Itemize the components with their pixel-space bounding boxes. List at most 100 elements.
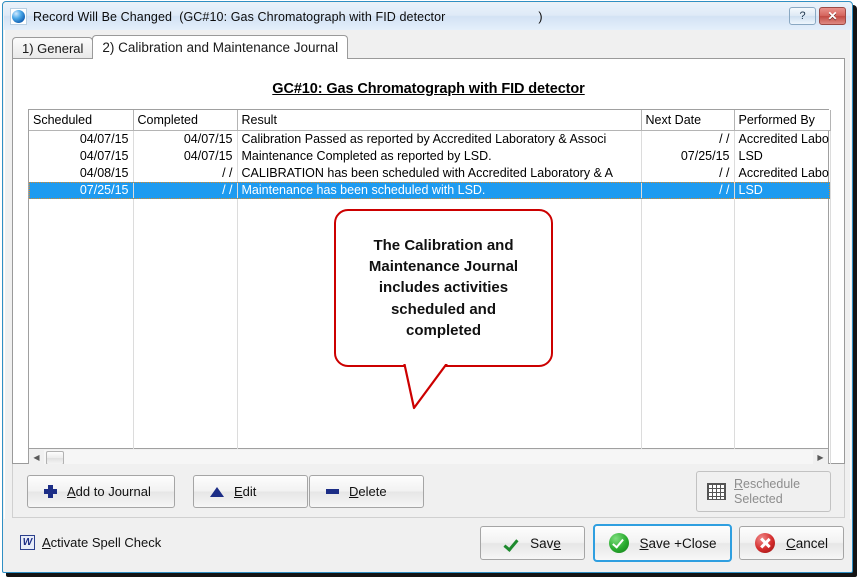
cancel-label: Cancel	[786, 536, 828, 551]
cell-completed: 04/07/15	[133, 148, 237, 165]
edit-button[interactable]: Edit	[193, 475, 308, 508]
cell-empty	[133, 369, 237, 386]
spellcheck-w-icon: W	[20, 535, 35, 550]
checkmark-icon	[504, 536, 519, 551]
cell-empty	[29, 250, 133, 267]
cell-empty	[641, 386, 734, 403]
title-bar-buttons: ? ✕	[789, 7, 846, 25]
edit-label: Edit	[234, 484, 256, 499]
cell-scheduled: 04/07/15	[29, 148, 133, 165]
cell-empty	[29, 301, 133, 318]
cell-completed: 04/07/15	[133, 131, 237, 149]
cell-empty	[29, 318, 133, 335]
cell-empty	[641, 352, 734, 369]
accel-e: E	[234, 484, 243, 499]
cell-next-date: / /	[641, 165, 734, 182]
add-to-journal-button[interactable]: Add to Journal	[27, 475, 175, 508]
accel-d: D	[349, 484, 358, 499]
cancel-button[interactable]: Cancel	[739, 526, 844, 560]
cell-empty	[29, 369, 133, 386]
cell-empty	[734, 284, 830, 301]
cell-empty	[734, 301, 830, 318]
col-header-completed[interactable]: Completed	[133, 110, 237, 131]
cell-empty	[133, 233, 237, 250]
green-check-circle-icon	[609, 533, 629, 553]
tab-general[interactable]: 1) General	[12, 37, 93, 59]
table-row[interactable]: 07/25/15 / /Maintenance has been schedule…	[29, 182, 830, 199]
cell-empty	[29, 420, 133, 437]
cell-empty	[734, 267, 830, 284]
cell-performed-by: Accredited Labo	[734, 131, 830, 149]
triangle-icon	[210, 487, 224, 497]
cell-performed-by: LSD	[734, 148, 830, 165]
scrollbar-thumb[interactable]	[46, 451, 64, 465]
cell-empty	[641, 301, 734, 318]
cell-performed-by: LSD	[734, 182, 830, 199]
cell-next-date: / /	[641, 182, 734, 199]
close-icon[interactable]: ✕	[819, 7, 846, 25]
cell-next-date: 07/25/15	[641, 148, 734, 165]
add-to-journal-label: Add to Journal	[67, 484, 151, 499]
cell-empty	[641, 318, 734, 335]
cell-result: Maintenance has been scheduled with LSD.	[237, 182, 641, 199]
cell-empty	[133, 301, 237, 318]
cell-empty	[29, 335, 133, 352]
col-header-scheduled[interactable]: Scheduled	[29, 110, 133, 131]
cell-empty	[734, 318, 830, 335]
col-header-performed-by[interactable]: Performed By	[734, 110, 830, 131]
help-button[interactable]: ?	[789, 7, 816, 25]
cell-result: Maintenance Completed as reported by LSD…	[237, 148, 641, 165]
col-header-result[interactable]: Result	[237, 110, 641, 131]
activate-spell-check[interactable]: W Activate Spell Check	[20, 535, 161, 550]
cell-empty	[133, 386, 237, 403]
reschedule-selected-button: Reschedule Selected	[696, 471, 831, 512]
save-close-label: Save +Close	[640, 536, 717, 551]
save-close-button[interactable]: Save +Close	[593, 524, 732, 562]
title-bar: Record Will Be Changed (GC#10: Gas Chrom…	[4, 3, 851, 30]
page-title: GC#10: Gas Chromatograph with FID detect…	[13, 81, 844, 97]
reschedule-selected-label: Reschedule Selected	[734, 477, 800, 507]
table-row-empty[interactable]	[29, 420, 830, 437]
cell-empty	[734, 233, 830, 250]
cell-empty	[641, 267, 734, 284]
cell-empty	[133, 352, 237, 369]
cell-empty	[133, 335, 237, 352]
activate-spell-check-label: Activate Spell Check	[42, 535, 161, 550]
cell-next-date: / /	[641, 131, 734, 149]
cell-empty	[641, 420, 734, 437]
tab-calibration-maintenance-journal[interactable]: 2) Calibration and Maintenance Journal	[92, 35, 348, 59]
minus-icon	[326, 489, 339, 494]
save-label: Save	[530, 536, 561, 551]
callout-line-4: scheduled and	[369, 299, 518, 320]
cell-empty	[734, 335, 830, 352]
cell-empty	[734, 420, 830, 437]
cell-empty	[734, 403, 830, 420]
delete-button[interactable]: Delete	[309, 475, 424, 508]
cell-scheduled: 07/25/15	[29, 182, 133, 199]
cell-empty	[734, 369, 830, 386]
cell-empty	[641, 284, 734, 301]
save-button[interactable]: Save	[480, 526, 585, 560]
cell-performed-by: Accredited Labo	[734, 165, 830, 182]
table-row[interactable]: 04/07/1504/07/15Maintenance Completed as…	[29, 148, 830, 165]
table-row[interactable]: 04/08/15/ /CALIBRATION has been schedule…	[29, 165, 830, 182]
cell-empty	[734, 199, 830, 216]
cell-empty	[29, 199, 133, 216]
col-header-next-date[interactable]: Next Date	[641, 110, 734, 131]
calendar-icon	[707, 483, 726, 500]
cell-empty	[734, 250, 830, 267]
table-header-row: Scheduled Completed Result Next Date Per…	[29, 110, 830, 131]
cell-empty	[133, 420, 237, 437]
callout-line-1: The Calibration and	[369, 235, 518, 256]
annotation-callout-text: The Calibration and Maintenance Journal …	[359, 235, 528, 341]
callout-line-5: completed	[369, 320, 518, 341]
callout-line-3: includes activities	[369, 277, 518, 298]
cell-empty	[133, 216, 237, 233]
cell-result: CALIBRATION has been scheduled with Accr…	[237, 165, 641, 182]
globe-icon	[10, 8, 27, 25]
cell-empty	[734, 216, 830, 233]
dialog-window: Record Will Be Changed (GC#10: Gas Chrom…	[2, 1, 853, 573]
table-row[interactable]: 04/07/1504/07/15Calibration Passed as re…	[29, 131, 830, 149]
screenshot-root: Record Will Be Changed (GC#10: Gas Chrom…	[0, 0, 863, 584]
red-x-circle-icon	[755, 533, 775, 553]
